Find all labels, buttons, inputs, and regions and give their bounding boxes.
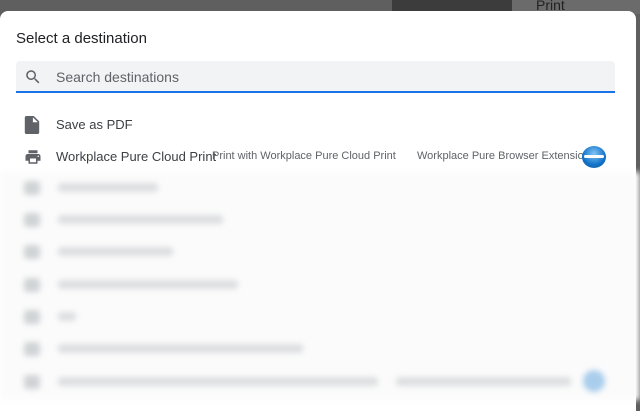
search-input[interactable]	[54, 65, 598, 89]
printer-icon	[25, 150, 41, 164]
search-icon	[26, 70, 40, 84]
blurred-icon	[24, 245, 40, 259]
blurred-row[interactable]	[58, 247, 173, 256]
destination-name: Save as PDF	[56, 117, 133, 132]
blurred-destination-list	[0, 172, 640, 400]
blurred-row[interactable]	[58, 215, 223, 224]
blurred-row[interactable]	[58, 312, 76, 321]
blurred-icon	[24, 310, 40, 324]
blurred-icon	[24, 278, 40, 292]
destination-save-as-pdf[interactable]: Save as PDF	[0, 109, 636, 141]
extension-logo-icon	[582, 146, 606, 168]
blurred-row[interactable]	[58, 183, 158, 192]
blurred-row[interactable]	[58, 344, 303, 353]
blurred-row[interactable]	[58, 377, 378, 386]
blurred-extension	[396, 377, 571, 386]
blurred-icon	[24, 181, 40, 195]
blurred-icon	[24, 213, 40, 227]
blurred-icon	[24, 375, 40, 389]
search-box	[16, 61, 615, 93]
dialog-title: Select a destination	[16, 30, 147, 47]
destination-workplace-pure[interactable]: Workplace Pure Cloud Print Print with Wo…	[0, 141, 636, 173]
blurred-logo-icon	[583, 370, 605, 392]
destination-extension: Workplace Pure Browser Extension	[417, 150, 590, 162]
blurred-row[interactable]	[58, 280, 238, 289]
blurred-icon	[24, 342, 40, 356]
destination-name: Workplace Pure Cloud Print	[56, 149, 217, 164]
file-icon	[24, 116, 40, 134]
destination-description: Print with Workplace Pure Cloud Print	[212, 150, 396, 162]
